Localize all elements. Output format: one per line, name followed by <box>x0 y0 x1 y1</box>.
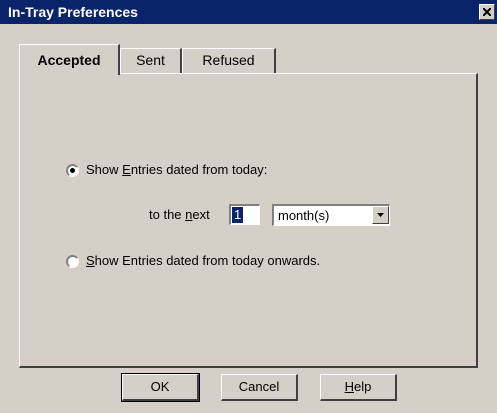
title-bar: In-Tray Preferences <box>0 0 497 24</box>
tab-sent-label: Sent <box>136 52 165 68</box>
tab-panel-accepted <box>19 73 478 368</box>
close-icon <box>483 8 491 16</box>
ok-button[interactable]: OK <box>121 373 200 402</box>
close-button[interactable] <box>479 4 495 20</box>
tab-refused-label: Refused <box>202 52 255 68</box>
tab-sent[interactable]: Sent <box>120 48 182 73</box>
tab-accepted-label: Accepted <box>37 52 101 68</box>
mnemonic-letter: H <box>344 379 355 394</box>
help-button-label: elp <box>354 379 372 394</box>
tab-refused[interactable]: Refused <box>182 48 276 73</box>
help-button[interactable]: Help <box>320 374 397 401</box>
cancel-button[interactable]: Cancel <box>221 374 298 401</box>
tab-accepted[interactable]: Accepted <box>19 44 120 75</box>
window-title: In-Tray Preferences <box>8 4 138 20</box>
ok-button-label: OK <box>150 379 170 394</box>
cancel-button-label: Cancel <box>238 379 280 394</box>
